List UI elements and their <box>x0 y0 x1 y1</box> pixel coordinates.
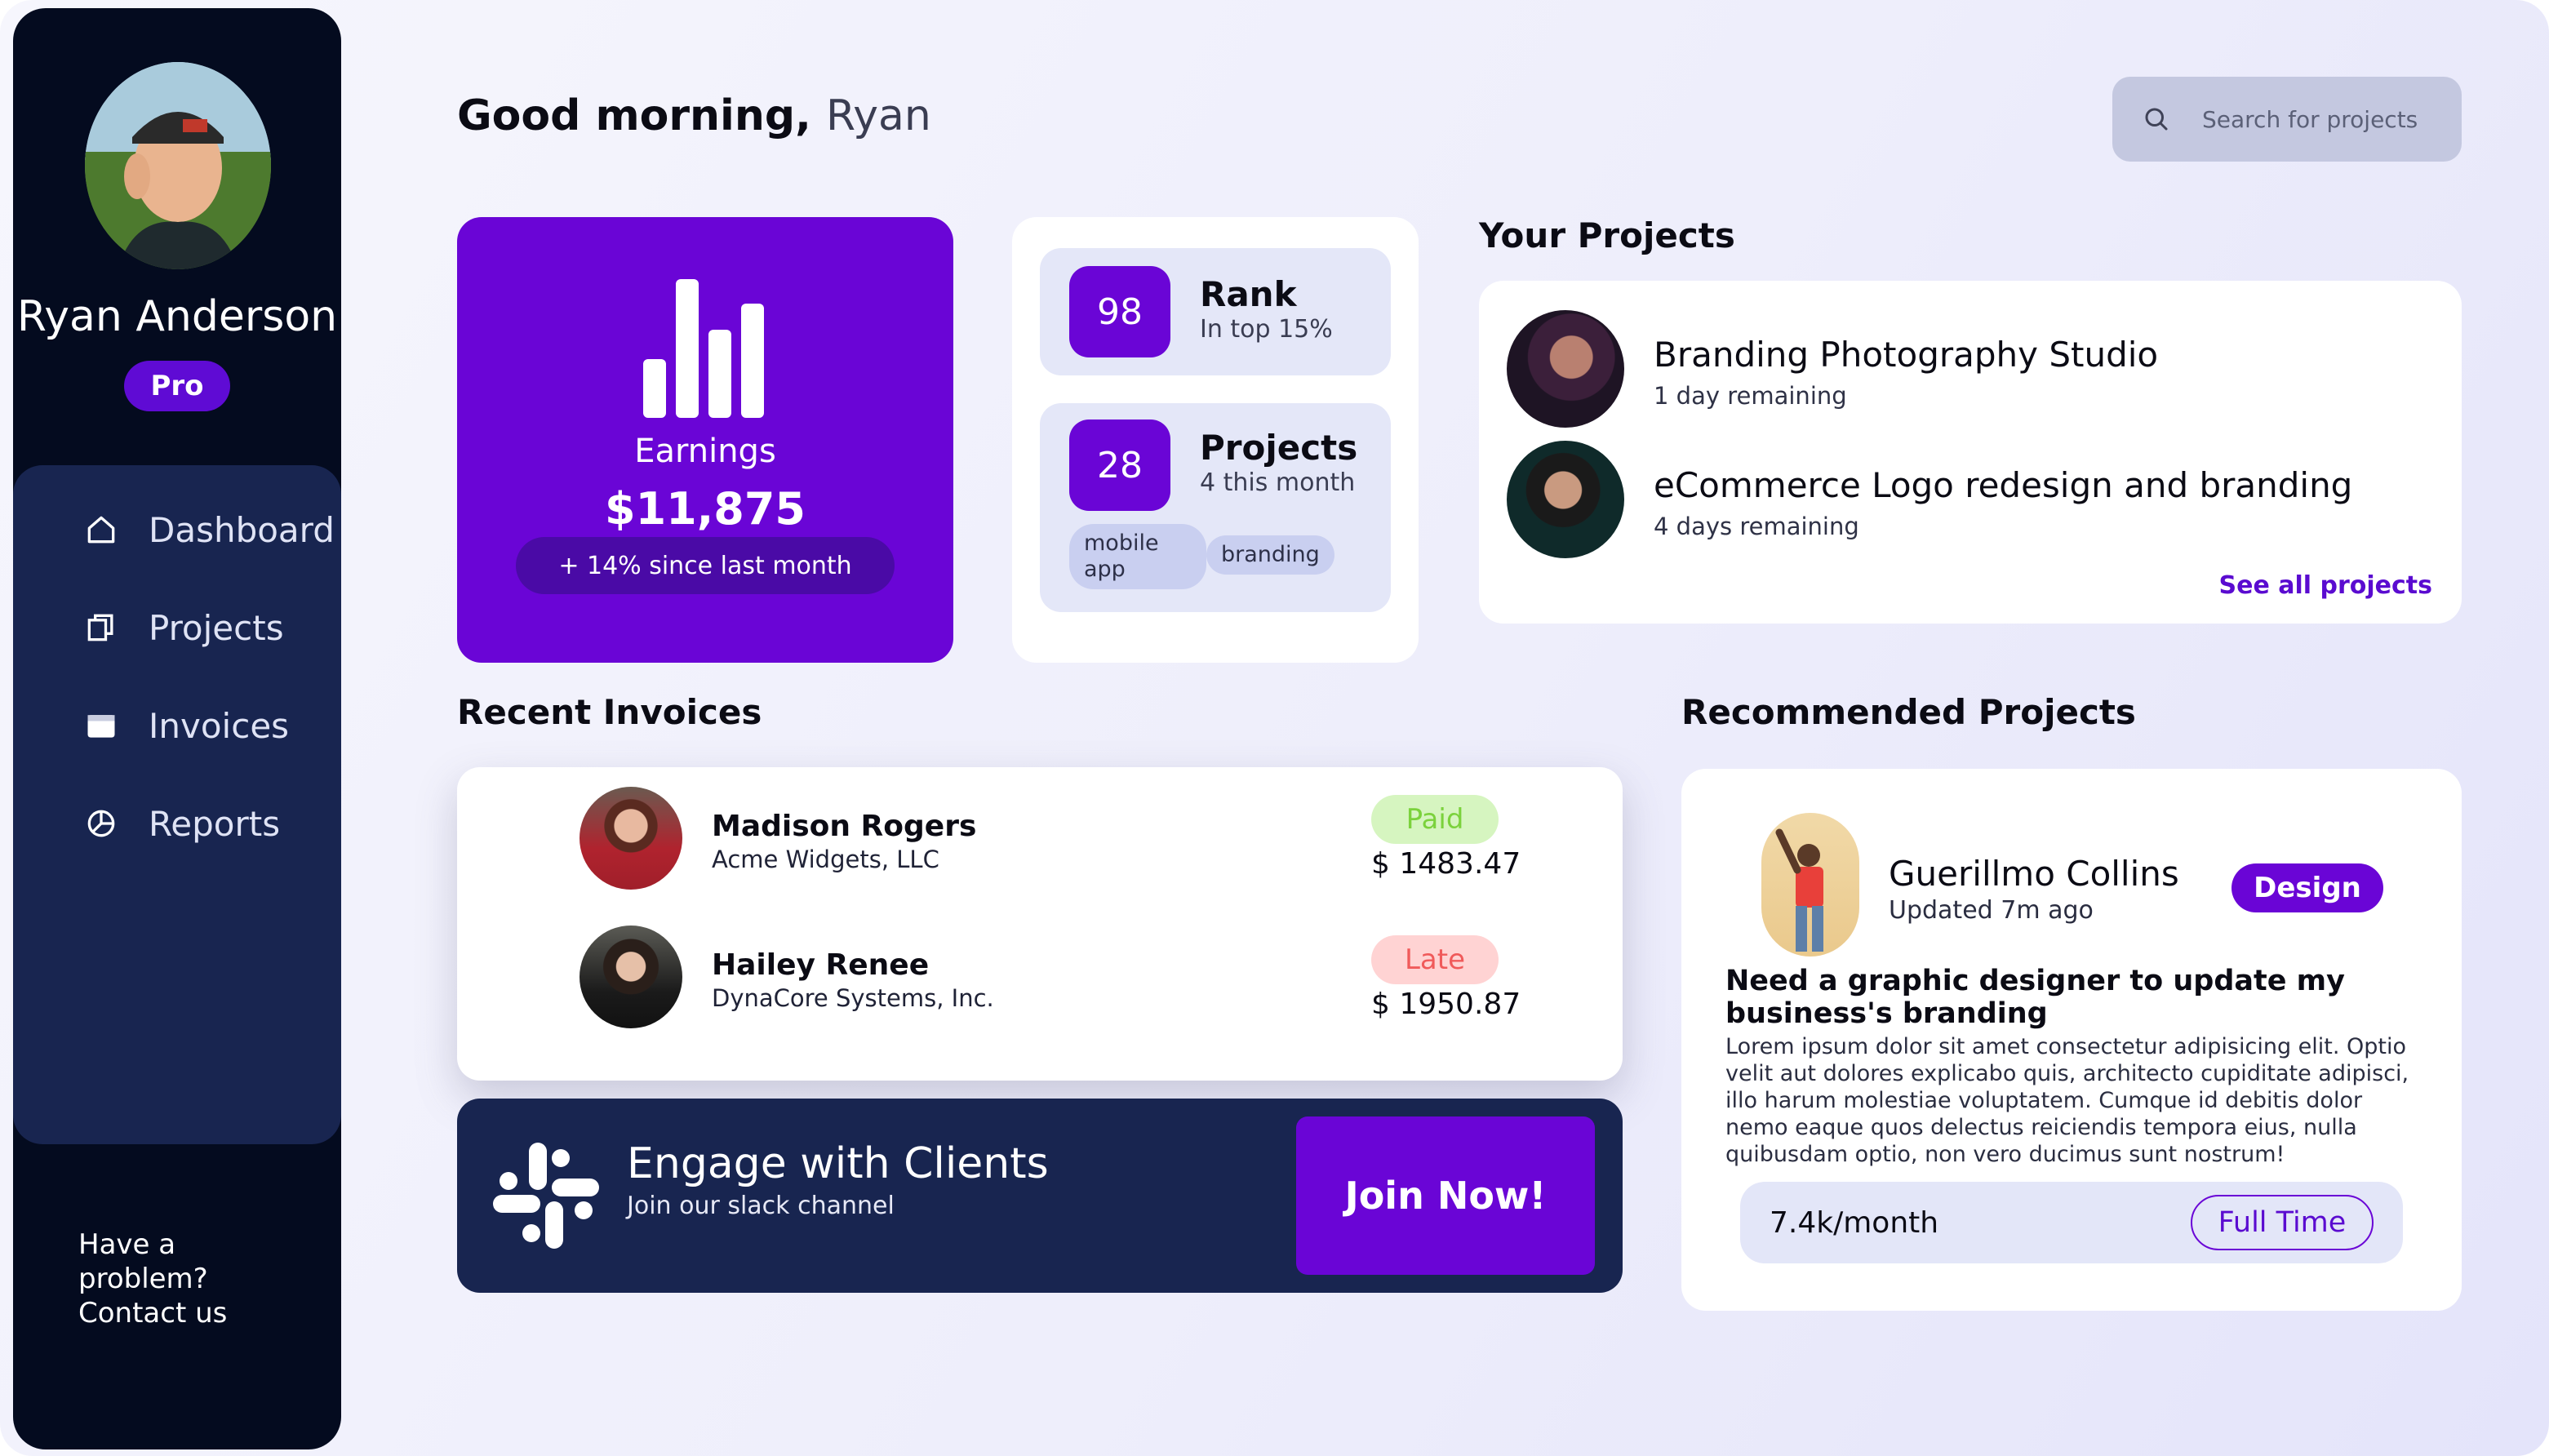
rank-box: 98 Rank In top 15% <box>1040 248 1391 375</box>
wallet-icon <box>87 715 115 738</box>
project-headline: Need a graphic designer to update my bus… <box>1725 965 2345 1030</box>
join-now-button[interactable]: Join Now! <box>1296 1116 1595 1275</box>
rank-title: Rank <box>1200 274 1297 314</box>
project-avatar <box>1507 441 1624 558</box>
search-bar[interactable] <box>2112 77 2462 162</box>
profile-photo-icon <box>85 62 271 269</box>
rank-value: 98 <box>1069 266 1170 357</box>
search-icon <box>2145 108 2168 131</box>
help-line: problem? <box>78 1263 208 1295</box>
stats-card: 98 Rank In top 15% 28 Projects 4 this mo… <box>1012 217 1419 663</box>
nav-item-invoices[interactable]: Invoices <box>83 697 289 754</box>
earnings-card: Earnings $11,875 + 14% since last month <box>457 217 953 663</box>
earnings-amount: $11,875 <box>605 483 806 535</box>
your-projects-card: Branding Photography Studio 1 day remain… <box>1479 281 2462 624</box>
tag-mobile-app[interactable]: mobile app <box>1069 524 1206 589</box>
nav-item-dashboard[interactable]: Dashboard <box>83 501 335 558</box>
slack-subtitle: Join our slack channel <box>627 1192 895 1220</box>
recommended-projects-title: Recommended Projects <box>1681 692 2136 732</box>
invoice-client-name: Hailey Renee <box>712 948 930 982</box>
status-badge-late: Late <box>1371 935 1499 984</box>
nav-label: Reports <box>149 803 281 844</box>
invoice-company: DynaCore Systems, Inc. <box>712 984 994 1012</box>
bar-chart-icon <box>643 279 764 418</box>
nav-label: Invoices <box>149 705 290 746</box>
copy-icon <box>87 614 113 641</box>
projects-box: 28 Projects 4 this month mobile app bran… <box>1040 403 1391 612</box>
avatar[interactable] <box>85 62 271 269</box>
help-line: Have a <box>78 1228 176 1261</box>
see-all-projects-link[interactable]: See all projects <box>2219 571 2433 600</box>
project-title: eCommerce Logo redesign and branding <box>1654 465 2353 505</box>
app-frame: Ryan Anderson Pro Dashboard Projects Inv… <box>0 0 2549 1456</box>
greeting: Good morning, Ryan <box>457 91 931 140</box>
projects-value: 28 <box>1069 419 1170 511</box>
search-input[interactable] <box>2202 105 2447 133</box>
recent-invoices-title: Recent Invoices <box>457 692 762 732</box>
user-name: Ryan Anderson <box>16 292 338 341</box>
avatar <box>1761 813 1859 957</box>
rank-subtitle: In top 15% <box>1200 315 1333 344</box>
person-photo-icon <box>1775 828 1823 952</box>
nav-label: Projects <box>149 607 284 648</box>
greeting-name: Ryan <box>825 91 931 140</box>
slack-cta-card: Engage with Clients Join our slack chann… <box>457 1099 1623 1293</box>
your-projects-title: Your Projects <box>1479 215 1735 255</box>
avatar <box>580 787 682 890</box>
job-type-button[interactable]: Full Time <box>2191 1195 2374 1250</box>
tag-branding[interactable]: branding <box>1206 535 1334 575</box>
earnings-label: Earnings <box>634 433 776 470</box>
slack-title: Engage with Clients <box>627 1139 1049 1188</box>
recommended-project-card: Guerillmo Collins Updated 7m ago Design … <box>1681 769 2462 1311</box>
sidebar: Ryan Anderson Pro Dashboard Projects Inv… <box>13 8 341 1449</box>
help-contact[interactable]: Have a problem? Contact us <box>78 1227 291 1330</box>
project-avatar <box>1507 310 1624 428</box>
pro-badge: Pro <box>124 361 230 411</box>
invoice-amount: $ 1483.47 <box>1371 847 1521 881</box>
earnings-change: + 14% since last month <box>516 537 895 594</box>
nav-panel: Dashboard Projects Invoices Reports <box>13 465 341 1144</box>
invoice-amount: $ 1950.87 <box>1371 988 1521 1021</box>
project-title: Branding Photography Studio <box>1654 335 2159 375</box>
greeting-text: Good morning, <box>457 91 811 140</box>
project-item[interactable]: eCommerce Logo redesign and branding 4 d… <box>1507 441 2405 558</box>
nav-item-reports[interactable]: Reports <box>83 795 280 852</box>
category-badge[interactable]: Design <box>2231 863 2383 912</box>
avatar <box>580 926 682 1028</box>
project-deadline: 1 day remaining <box>1654 382 1847 410</box>
status-badge-paid: Paid <box>1371 795 1499 844</box>
pie-chart-icon <box>87 810 115 837</box>
nav-item-projects[interactable]: Projects <box>83 599 284 656</box>
slack-icon <box>493 1143 599 1249</box>
recommender-name: Guerillmo Collins <box>1889 854 2179 894</box>
invoices-card: Madison Rogers Acme Widgets, LLC Paid $ … <box>457 767 1623 1081</box>
invoice-client-name: Madison Rogers <box>712 810 977 843</box>
project-description: Lorem ipsum dolor sit amet consectetur a… <box>1725 1034 2409 1167</box>
contact-us-link[interactable]: Contact us <box>78 1296 291 1330</box>
project-rate: 7.4k/month <box>1770 1206 1939 1240</box>
project-deadline: 4 days remaining <box>1654 513 1859 540</box>
home-icon <box>87 516 115 544</box>
projects-subtitle: 4 this month <box>1200 468 1356 497</box>
recommender-updated: Updated 7m ago <box>1889 896 2094 925</box>
project-item[interactable]: Branding Photography Studio 1 day remain… <box>1507 310 2405 428</box>
project-footer: 7.4k/month Full Time <box>1740 1182 2403 1263</box>
projects-title: Projects <box>1200 428 1358 468</box>
nav-label: Dashboard <box>149 509 335 550</box>
invoice-company: Acme Widgets, LLC <box>712 846 939 873</box>
